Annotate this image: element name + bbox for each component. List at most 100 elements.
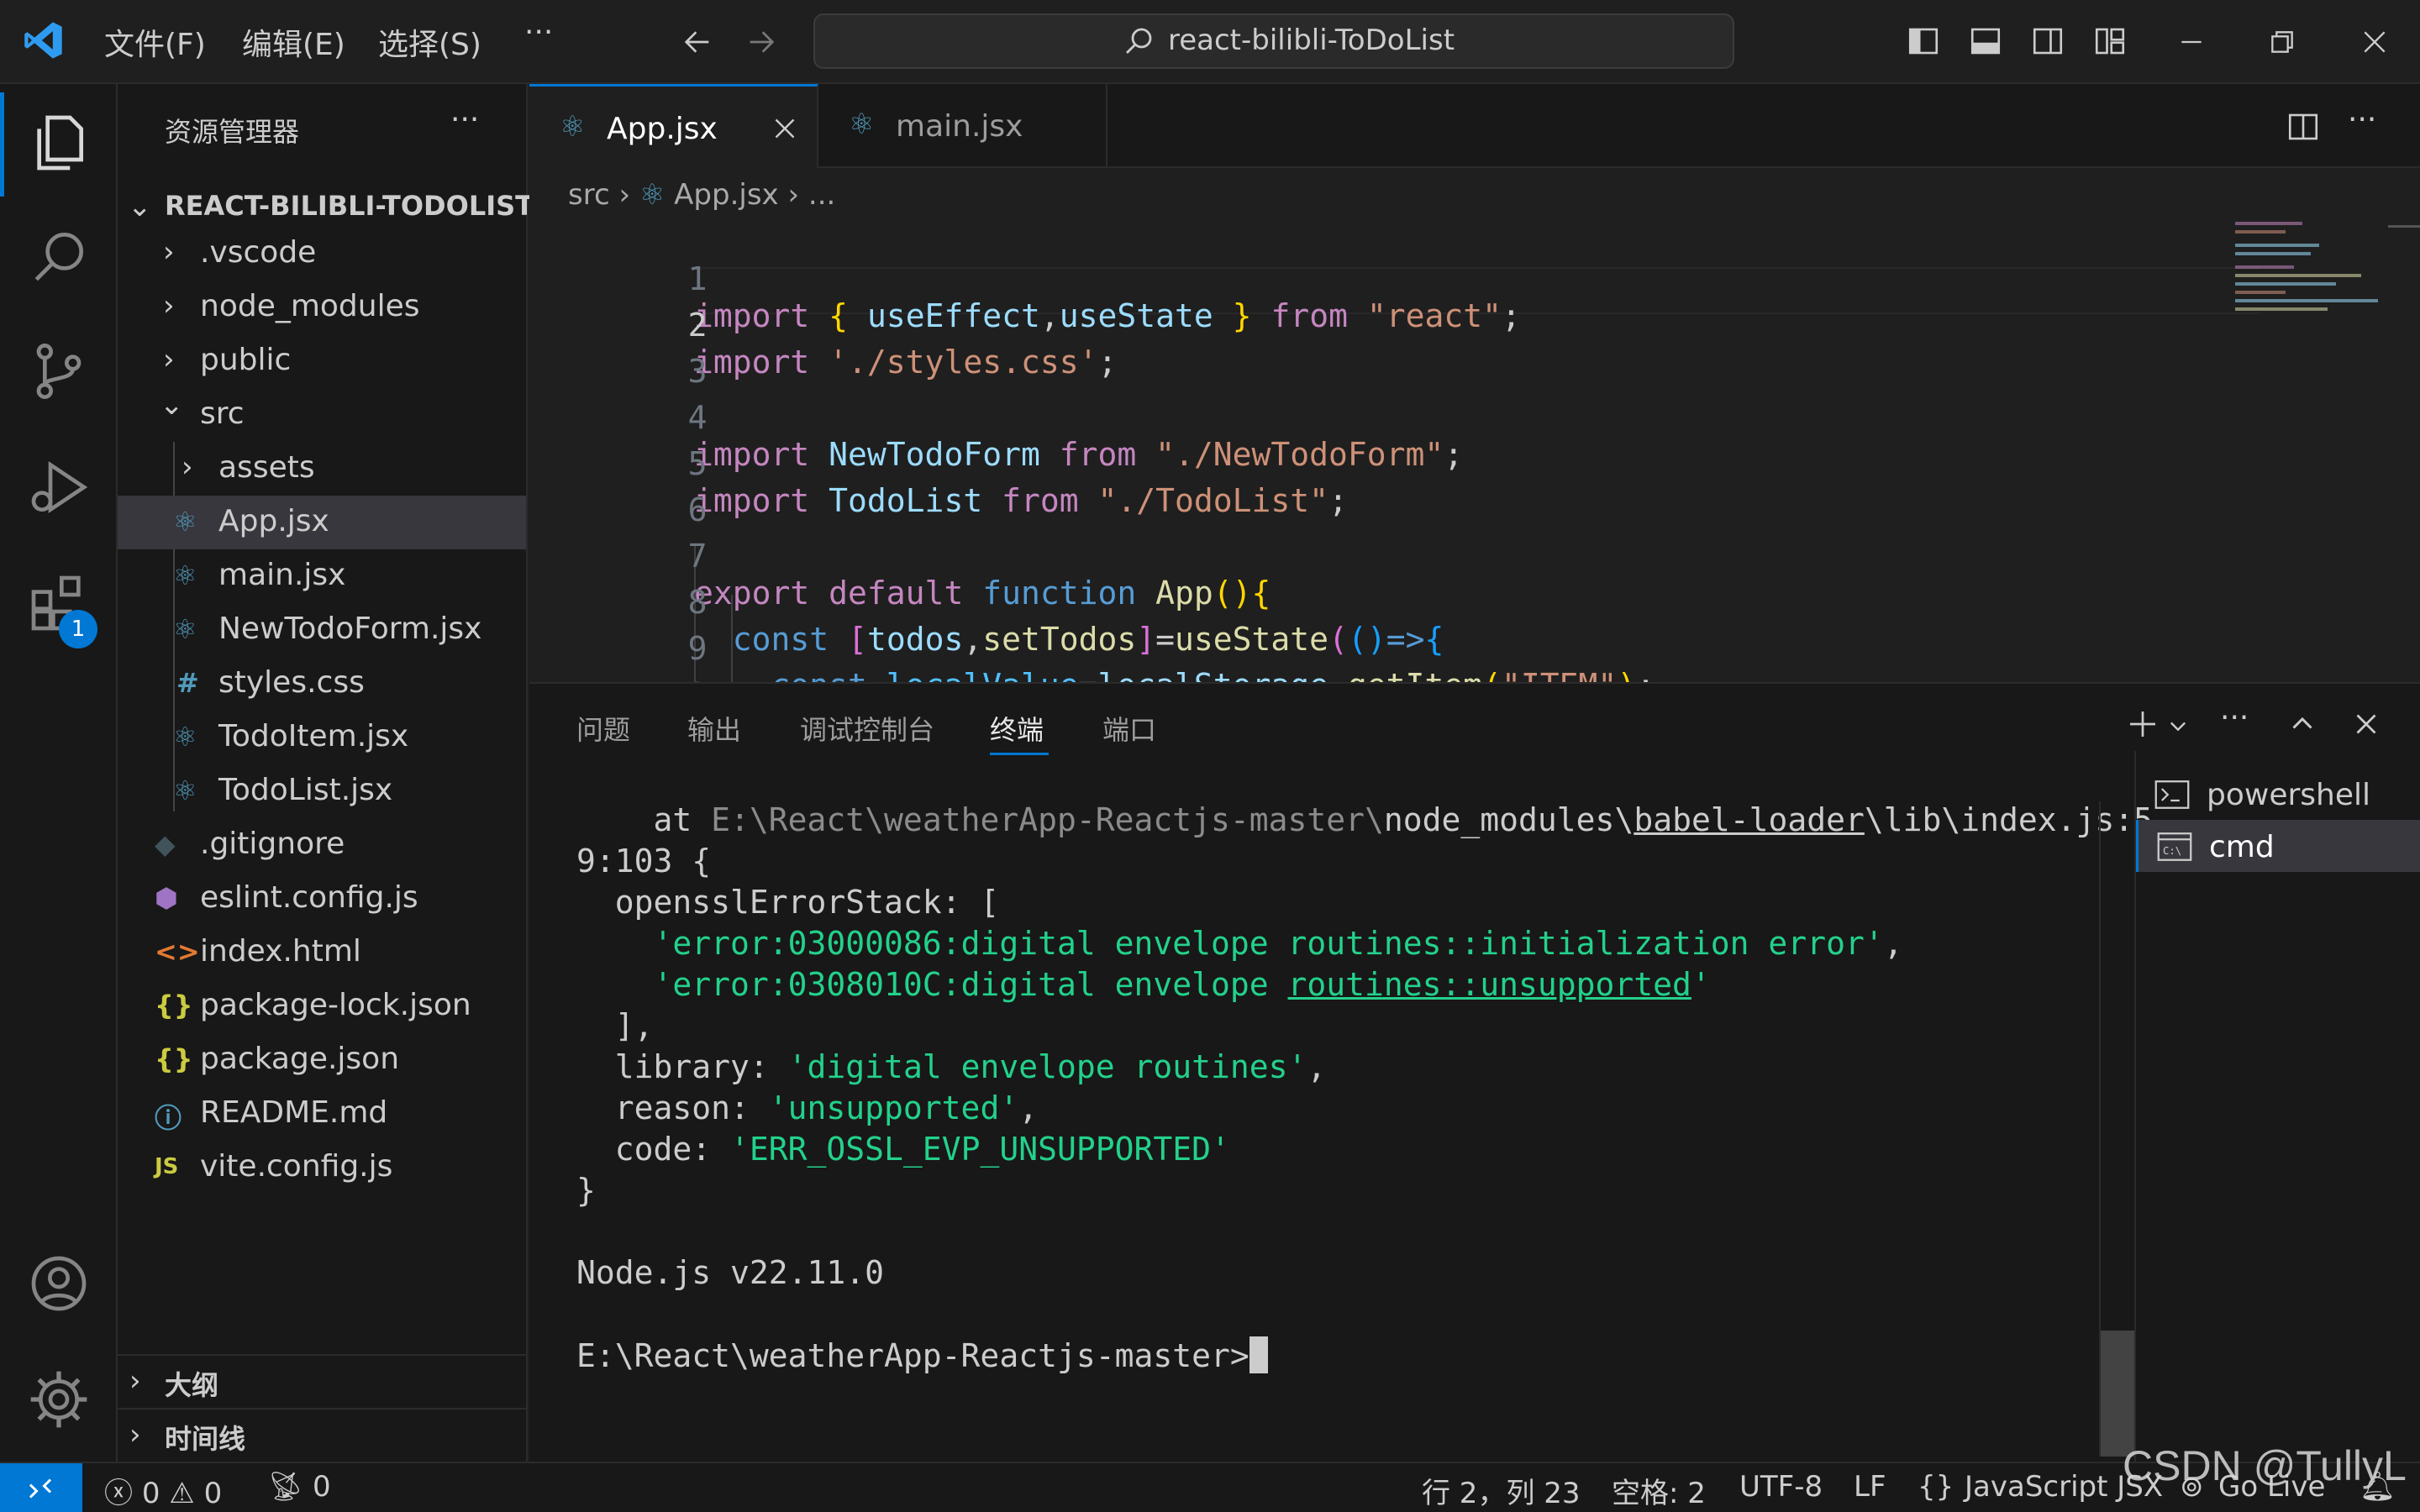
toggle-primary-sidebar-icon[interactable] (1906, 24, 1941, 59)
code-line-8: 8 const [todos,setTodos]=useState(()=>{ (529, 547, 1444, 658)
terminal-list-item-powershell[interactable]: powershell (2136, 768, 2420, 820)
tree-file-todolist[interactable]: ⚛ TodoList.jsx (118, 764, 528, 818)
terminal-scrollbar[interactable] (2101, 1331, 2134, 1457)
menu-more[interactable]: ··· (524, 15, 553, 50)
tree-file-gitignore[interactable]: ◆ .gitignore (118, 818, 528, 872)
code-text: import NewTodoForm from "./NewTodoForm"; (694, 436, 1464, 473)
scrollbar-indicator[interactable] (2388, 225, 2420, 228)
new-terminal-plus-icon[interactable] (2126, 707, 2160, 741)
customize-layout-icon[interactable] (2092, 24, 2128, 59)
panel-tab-problems[interactable]: 问题 (576, 709, 630, 748)
tree-label: TodoItem.jsx (218, 719, 409, 753)
tree-file-todoitem[interactable]: ⚛ TodoItem.jsx (118, 711, 528, 764)
explorer-icon[interactable] (25, 109, 92, 176)
timeline-section[interactable]: › 时间线 (118, 1410, 528, 1463)
breadcrumb-more[interactable]: ... (808, 178, 835, 212)
tree-file-eslint-config[interactable]: ⬢ eslint.config.js (118, 872, 528, 926)
tree-folder-public[interactable]: › public (118, 334, 528, 388)
terminal-prompt-line: E:\React\weatherApp-Reactjs-master> (576, 1336, 1268, 1374)
run-debug-icon[interactable] (25, 454, 92, 521)
line-number: 3 (687, 353, 708, 390)
tree-file-newtodoform[interactable]: ⚛ NewTodoForm.jsx (118, 603, 528, 657)
tree-file-styles-css[interactable]: # styles.css (118, 657, 528, 711)
problems-status[interactable]: ⓧ 0 ⚠ 0 (104, 1470, 222, 1511)
tree-file-app-jsx[interactable]: ⚛ App.jsx (118, 496, 526, 549)
editor-more-icon[interactable]: ··· (2348, 102, 2376, 137)
minimap[interactable] (2235, 217, 2386, 351)
terminal-line: code: 'ERR_OSSL_EVP_UNSUPPORTED' (576, 1131, 1230, 1168)
tree-file-package-lock[interactable]: {} package-lock.json (118, 979, 528, 1033)
tree-folder-vscode[interactable]: › .vscode (118, 227, 528, 281)
toggle-panel-icon[interactable] (1968, 24, 2003, 59)
encoding-status[interactable]: UTF-8 (1739, 1470, 1823, 1504)
panel-tab-ports[interactable]: 端口 (1102, 709, 1156, 748)
code-text: const localValue=localStorage.getItem("I… (694, 667, 1656, 682)
toggle-secondary-sidebar-icon[interactable] (2030, 24, 2065, 59)
css-hash-icon: # (176, 667, 199, 699)
code-line-2: 2 import './styles.css'; (529, 270, 1118, 381)
tree-folder-assets[interactable]: › assets (118, 442, 528, 496)
breadcrumb-separator: › (618, 178, 639, 212)
restore-icon[interactable] (2265, 25, 2299, 59)
line-number: 7 (687, 538, 708, 575)
close-panel-icon[interactable] (2351, 709, 2381, 739)
terminal-name: powershell (2207, 778, 2370, 812)
tree-folder-node-modules[interactable]: › node_modules (118, 281, 528, 334)
split-editor-icon[interactable] (2286, 109, 2321, 144)
back-arrow-icon[interactable] (681, 25, 714, 59)
tree-label: package-lock.json (200, 988, 471, 1022)
settings-gear-icon[interactable] (25, 1366, 92, 1433)
tree-file-main-jsx[interactable]: ⚛ main.jsx (118, 549, 528, 603)
panel-tab-debug-console[interactable]: 调试控制台 (800, 709, 934, 748)
tree-file-package-json[interactable]: {} package.json (118, 1033, 528, 1087)
close-window-icon[interactable] (2358, 25, 2391, 59)
panel-more-icon[interactable]: ··· (2220, 701, 2249, 735)
chevron-down-icon[interactable] (2166, 714, 2190, 738)
react-icon: ⚛ (173, 559, 197, 591)
maximize-panel-chevron-up-icon[interactable] (2287, 709, 2317, 739)
breadcrumb-file[interactable]: App.jsx (674, 178, 779, 212)
code-text: import { useEffect,useState } from "reac… (694, 297, 1521, 334)
terminal-list-item-cmd[interactable]: C:\ cmd (2136, 820, 2420, 872)
tab-main-jsx[interactable]: ⚛ main.jsx (818, 84, 1107, 168)
react-icon: ⚛ (173, 721, 197, 753)
terminal-line: 9:103 { (576, 843, 712, 879)
breadcrumb-folder[interactable]: src (568, 178, 610, 212)
accounts-icon[interactable] (25, 1250, 92, 1317)
panel-tab-terminal[interactable]: 终端 (990, 709, 1044, 748)
search-view-icon[interactable] (25, 223, 92, 291)
code-line-10: 10 (529, 639, 708, 682)
close-tab-icon[interactable] (770, 113, 800, 144)
remote-icon (29, 1478, 52, 1499)
menu-edit[interactable]: 编辑(E) (242, 20, 345, 64)
terminal-line: ], (576, 1007, 654, 1044)
tree-file-vite-config[interactable]: JS vite.config.js (118, 1141, 528, 1194)
tree-folder-src[interactable]: ⌄ src (118, 388, 528, 442)
terminal-name: cmd (2209, 830, 2275, 864)
line-number: 4 (687, 399, 708, 436)
menu-selection[interactable]: 选择(S) (378, 20, 481, 64)
indentation-status[interactable]: 空格: 2 (1612, 1470, 1706, 1511)
cursor-position[interactable]: 行 2，列 23 (1422, 1470, 1581, 1511)
sidebar-more-icon[interactable]: ··· (450, 102, 479, 137)
line-number: 1 (687, 260, 708, 297)
terminal-line: library: 'digital envelope routines', (576, 1048, 1327, 1085)
remote-indicator[interactable] (0, 1463, 82, 1512)
minimize-icon[interactable] (2175, 25, 2208, 59)
tab-label: main.jsx (896, 109, 1023, 144)
panel-tab-output[interactable]: 输出 (687, 709, 741, 748)
tree-label: NewTodoForm.jsx (218, 612, 482, 646)
outline-section[interactable]: › 大纲 (118, 1356, 528, 1410)
code-editor[interactable]: src › ⚛ App.jsx › ... 1 import { useEffe… (529, 168, 2420, 682)
error-icon: ⓧ (104, 1477, 133, 1510)
eol-status[interactable]: LF (1854, 1470, 1886, 1504)
terminal-output[interactable]: at E:\React\weatherApp-Reactjs-master\no… (529, 801, 2153, 1457)
ports-status[interactable]: 📡︎ 0 (267, 1470, 331, 1504)
source-control-icon[interactable] (25, 338, 92, 405)
forward-arrow-icon[interactable] (744, 25, 778, 59)
tab-app-jsx[interactable]: ⚛ App.jsx (529, 84, 818, 168)
json-braces-icon: {} (155, 1043, 193, 1075)
tree-file-readme[interactable]: ⓘ README.md (118, 1087, 528, 1141)
menu-file[interactable]: 文件(F) (104, 20, 206, 64)
tree-file-index-html[interactable]: <> index.html (118, 926, 528, 979)
